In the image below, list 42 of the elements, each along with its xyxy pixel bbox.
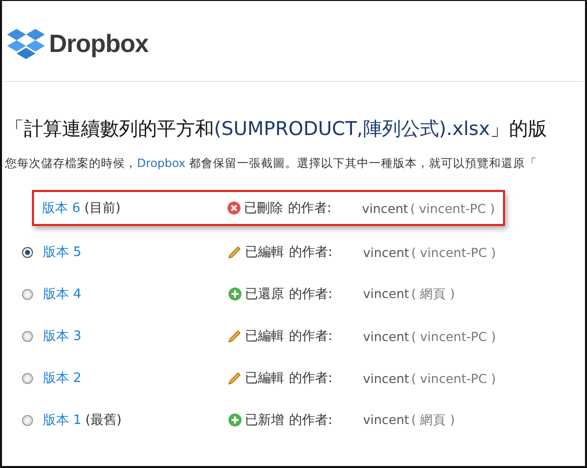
version-note: (目前)	[84, 200, 121, 217]
version-link[interactable]: 版本 5	[43, 243, 82, 261]
author-label: 的作者:	[288, 200, 332, 217]
action-text: 已編輯	[245, 328, 284, 345]
action-text: 已編輯	[245, 370, 284, 387]
version-link[interactable]: 版本 6	[42, 199, 80, 217]
action-text: 已編輯	[245, 244, 284, 261]
author-source: ( vincent-PC )	[411, 370, 496, 386]
author-name: vincent	[363, 328, 410, 344]
author-source: ( 網頁 )	[411, 412, 455, 428]
action-text: 已新增	[245, 412, 284, 429]
action-text: 已刪除	[244, 200, 283, 217]
author-name: vincent	[363, 286, 410, 302]
author-source: ( vincent-PC )	[411, 328, 496, 344]
file-title: 「計算連續數列的平方和(SUMPRODUCT,陣列公式).xlsx」的版	[5, 117, 548, 142]
version-link[interactable]: 版本 1	[43, 411, 82, 429]
author-label: 的作者:	[289, 286, 332, 303]
radio-button[interactable]	[22, 414, 32, 426]
author-source: ( vincent-PC )	[410, 200, 495, 216]
author-name: vincent	[363, 412, 410, 428]
author-source: ( vincent-PC )	[411, 244, 496, 260]
author-name: vincent	[363, 244, 410, 260]
description-text: 您每次儲存檔案的時候，Dropbox 都會保留一張截圖。選擇以下其中一種版本，就可以預覽和還原「	[5, 156, 538, 171]
version-note: (最舊)	[85, 412, 122, 429]
radio-button[interactable]	[22, 372, 32, 384]
version-link[interactable]: 版本 4	[43, 285, 82, 303]
radio-button[interactable]	[22, 330, 32, 342]
author-label: 的作者:	[289, 370, 332, 387]
action-text: 已還原	[245, 286, 284, 303]
author-name: vincent	[363, 370, 410, 386]
author-name: vincent	[362, 200, 408, 216]
version-link[interactable]: 版本 2	[43, 369, 82, 387]
logo-text: Dropbox	[49, 30, 148, 58]
author-source: ( 網頁 )	[411, 286, 455, 302]
version-link[interactable]: 版本 3	[43, 327, 82, 345]
radio-button[interactable]	[22, 288, 32, 300]
author-label: 的作者:	[289, 412, 332, 429]
author-label: 的作者:	[289, 244, 332, 261]
dropbox-link[interactable]: Dropbox	[137, 156, 186, 170]
author-label: 的作者:	[289, 328, 332, 345]
box-logo-icon	[7, 27, 45, 61]
radio-button[interactable]	[22, 246, 32, 258]
